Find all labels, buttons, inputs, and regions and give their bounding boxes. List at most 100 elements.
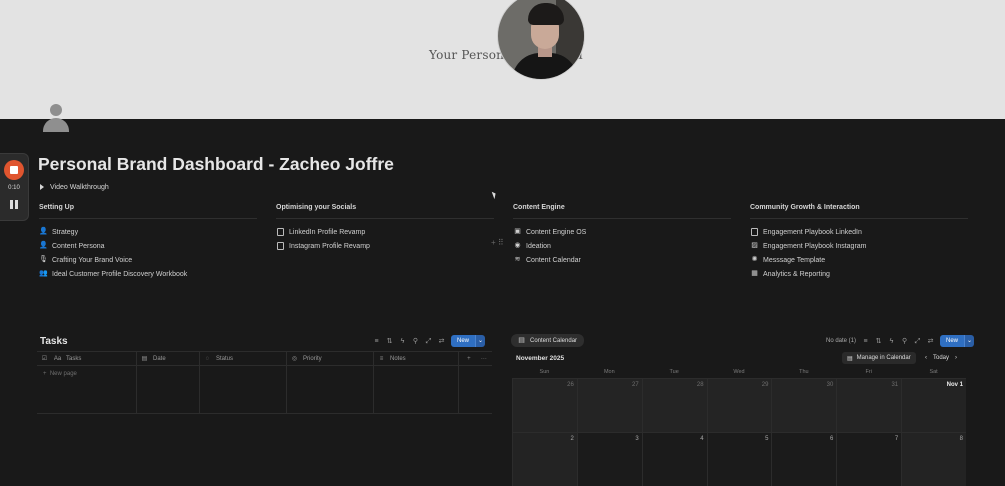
weekday-label: Sat — [929, 369, 938, 375]
no-date-button[interactable]: No date (1) — [826, 338, 856, 344]
link-strategy[interactable]: 👤 Strategy — [39, 225, 257, 239]
link-label: Ideal Customer Profile Discovery Workboo… — [52, 270, 188, 278]
chevron-right-icon[interactable]: › — [955, 355, 957, 361]
calendar-day[interactable]: 27 — [576, 379, 642, 432]
link-content-persona[interactable]: 👤 Content Persona — [39, 239, 257, 253]
header-label: Priority — [303, 355, 322, 362]
video-walkthrough-toggle[interactable]: Video Walkthrough — [40, 184, 109, 191]
new-label: New — [940, 335, 965, 347]
link-label: Analytics & Reporting — [763, 270, 830, 278]
link-instagram-revamp[interactable]: Instagram Profile Revamp — [276, 239, 494, 253]
calendar-day[interactable]: 8 — [901, 433, 967, 486]
column-content-engine: Content Engine ▣ Content Engine OS ◉ Ideat… — [513, 204, 731, 267]
filter-icon[interactable]: ≡ — [862, 338, 869, 345]
manage-in-calendar-button[interactable]: ▤ Manage in Calendar — [842, 352, 916, 364]
calendar-day[interactable]: 4 — [641, 433, 707, 486]
stop-recording-button[interactable] — [4, 160, 24, 180]
weekday-label: Sun — [539, 369, 550, 375]
link-label: LinkedIn Profile Revamp — [289, 228, 366, 236]
expand-icon[interactable]: ⤢ — [914, 338, 921, 345]
add-column-button[interactable]: + ··· — [459, 352, 492, 365]
new-label: New — [451, 335, 476, 347]
tasks-title[interactable]: Tasks — [40, 336, 68, 347]
calendar-day[interactable]: 29 — [706, 379, 772, 432]
more-icon[interactable]: ··· — [481, 356, 487, 362]
column-header-status[interactable]: ◌ Status — [200, 352, 287, 365]
calendar-day[interactable]: 3 — [576, 433, 642, 486]
column-header-priority[interactable]: ◎ Priority — [287, 352, 374, 365]
weekday-label: Mon — [603, 369, 615, 375]
day-number: 3 — [635, 436, 639, 442]
sort-icon[interactable]: ⇅ — [875, 338, 882, 345]
link-message-template[interactable]: ✺ Messsage Template — [750, 253, 968, 267]
column-heading: Optimising your Socials — [276, 204, 494, 219]
calendar-new-button[interactable]: New ⌄ — [940, 335, 975, 347]
tab-content-calendar[interactable]: ▤ Content Calendar — [511, 334, 585, 347]
manage-label: Manage in Calendar — [856, 355, 911, 361]
day-number: 8 — [959, 436, 964, 442]
today-button[interactable]: Today — [933, 355, 949, 361]
chevron-down-icon[interactable]: ⌄ — [964, 335, 975, 347]
link-content-engine-os[interactable]: ▣ Content Engine OS — [513, 225, 731, 239]
page-title[interactable]: Personal Brand Dashboard - Zacheo Joffre — [38, 154, 394, 175]
link-label: Engagement Playbook LinkedIn — [763, 228, 862, 236]
settings-icon[interactable]: ⇄ — [927, 338, 934, 345]
link-engagement-linkedin[interactable]: Engagement Playbook LinkedIn — [750, 225, 968, 239]
calendar-day[interactable]: 28 — [641, 379, 707, 432]
sort-icon[interactable]: ⇅ — [386, 338, 393, 345]
link-label: Strategy — [52, 228, 79, 236]
bulb-icon: ◉ — [514, 242, 521, 249]
link-label: Crafting Your Brand Voice — [52, 256, 133, 264]
microphone-icon: 🎙 — [39, 256, 48, 263]
column-header-date[interactable]: ▤ Date — [137, 352, 200, 365]
recording-controls: 0:10 — [0, 153, 29, 221]
link-icp-workbook[interactable]: 👥 Ideal Customer Profile Discovery Workbo… — [39, 267, 257, 281]
header-label: Status — [216, 355, 234, 362]
calendar-day[interactable]: 7 — [836, 433, 902, 486]
column-community-growth: Community Growth & Interaction Engagemen… — [750, 204, 968, 281]
document-icon — [277, 242, 284, 250]
calendar-day[interactable]: 26 — [512, 379, 577, 432]
chevron-left-icon[interactable]: ‹ — [925, 355, 927, 361]
column-optimising-socials: Optimising your Socials LinkedIn Profile… — [276, 204, 494, 253]
search-icon[interactable]: ⚲ — [901, 338, 908, 345]
priority-icon: ◎ — [291, 355, 298, 362]
calendar-day[interactable]: 6 — [771, 433, 837, 486]
header-label: Notes — [390, 355, 406, 362]
lightning-icon[interactable]: ϟ — [888, 338, 895, 345]
day-number: Nov 1 — [946, 382, 964, 388]
weekday-header: Sun Mon Tue Wed Thu Fri Sat — [512, 367, 966, 378]
filter-icon[interactable]: ≡ — [373, 338, 380, 345]
column-header-notes[interactable]: ≡ Notes — [374, 352, 459, 365]
link-label: Messsage Template — [763, 256, 826, 264]
tasks-toolbar: ≡ ⇅ ϟ ⚲ ⤢ ⇄ New ⌄ — [373, 335, 486, 347]
calendar-day[interactable]: 5 — [706, 433, 772, 486]
link-content-calendar[interactable]: ≋ Content Calendar — [513, 253, 731, 267]
calendar-day[interactable]: 31 — [836, 379, 902, 432]
tasks-new-button[interactable]: New ⌄ — [451, 335, 486, 347]
link-analytics[interactable]: ▦ Analytics & Reporting — [750, 267, 968, 281]
link-ideation[interactable]: ◉ Ideation — [513, 239, 731, 253]
search-icon[interactable]: ⚲ — [412, 338, 419, 345]
pause-icon[interactable] — [10, 200, 18, 209]
link-brand-voice[interactable]: 🎙 Crafting Your Brand Voice — [39, 253, 257, 267]
page-avatar-icon[interactable] — [43, 104, 69, 132]
column-header-tasks[interactable]: ☑ Aa Tasks — [37, 352, 137, 365]
settings-icon[interactable]: ⇄ — [438, 338, 445, 345]
link-label: Content Engine OS — [526, 228, 587, 236]
link-linkedin-revamp[interactable]: LinkedIn Profile Revamp — [276, 225, 494, 239]
toggle-label: Video Walkthrough — [50, 184, 109, 191]
calendar-day[interactable]: Nov 1 — [901, 379, 967, 432]
chevron-down-icon[interactable]: ⌄ — [475, 335, 486, 347]
link-engagement-instagram[interactable]: ▨ Engagement Playbook Instagram — [750, 239, 968, 253]
plus-icon[interactable]: + — [467, 356, 471, 362]
calendar-day[interactable]: 30 — [771, 379, 837, 432]
expand-icon[interactable]: ⤢ — [425, 338, 432, 345]
new-page-button[interactable]: + New page — [43, 371, 77, 377]
webcam-bubble[interactable] — [497, 0, 585, 80]
link-label: Engagement Playbook Instagram — [763, 242, 867, 250]
day-number: 30 — [826, 382, 834, 388]
grid-icon: ▦ — [751, 270, 758, 277]
lightning-icon[interactable]: ϟ — [399, 338, 406, 345]
calendar-day[interactable]: 2 — [512, 433, 577, 486]
